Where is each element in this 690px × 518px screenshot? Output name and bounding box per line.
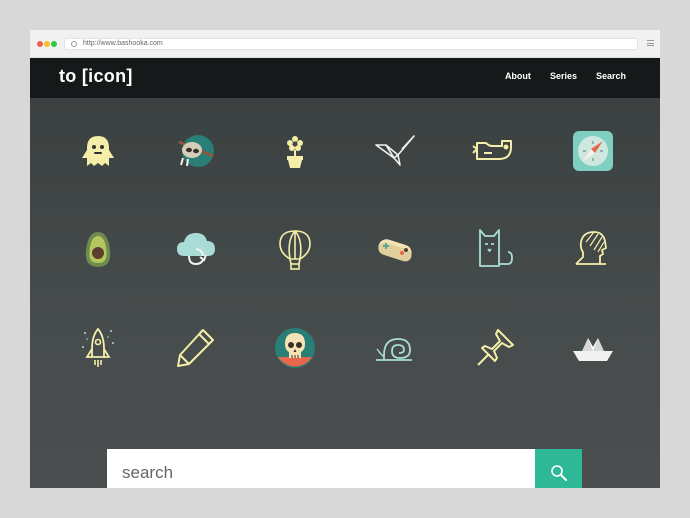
minimize-window-dot[interactable]: [44, 41, 50, 47]
browser-window: http://www.bashooka.com to [icon] About …: [30, 30, 660, 488]
icon-gallery: [30, 98, 660, 488]
search-input[interactable]: [107, 449, 535, 488]
site-logo[interactable]: to [icon]: [59, 66, 133, 87]
compass-icon[interactable]: [570, 128, 616, 174]
maximize-window-dot[interactable]: [51, 41, 57, 47]
paper-boat-icon[interactable]: [570, 325, 616, 371]
nav-series-link[interactable]: Series: [550, 71, 577, 81]
close-window-dot[interactable]: [37, 41, 43, 47]
origami-bird-icon[interactable]: [372, 128, 418, 174]
nav-about-link[interactable]: About: [505, 71, 531, 81]
rocket-icon[interactable]: [75, 325, 121, 371]
flower-pot-icon[interactable]: [272, 128, 318, 174]
search-icon: [550, 465, 567, 481]
browser-toolbar: http://www.bashooka.com: [30, 30, 660, 58]
pencil-icon[interactable]: [173, 325, 219, 371]
hot-air-balloon-icon[interactable]: [272, 226, 318, 272]
cat-icon[interactable]: [472, 226, 518, 272]
profile-head-icon[interactable]: [570, 226, 616, 272]
browser-menu-icon[interactable]: [647, 40, 654, 46]
search-form: [107, 449, 582, 488]
cloud-sync-icon[interactable]: [173, 226, 219, 272]
nav-search-link[interactable]: Search: [596, 71, 626, 81]
address-url: http://www.bashooka.com: [83, 40, 163, 47]
pushpin-icon[interactable]: [472, 325, 518, 371]
search-button[interactable]: [535, 449, 582, 488]
page-info-icon: [71, 41, 77, 47]
snail-icon[interactable]: [372, 325, 418, 371]
skull-icon[interactable]: [272, 325, 318, 371]
site-header: to [icon] About Series Search: [30, 58, 660, 98]
avocado-icon[interactable]: [75, 226, 121, 272]
yeti-icon[interactable]: [75, 128, 121, 174]
main-nav: About Series Search: [505, 71, 626, 81]
whale-icon[interactable]: [472, 128, 518, 174]
sloth-icon[interactable]: [173, 128, 219, 174]
game-controller-icon[interactable]: [372, 226, 418, 272]
address-bar[interactable]: http://www.bashooka.com: [64, 38, 638, 50]
